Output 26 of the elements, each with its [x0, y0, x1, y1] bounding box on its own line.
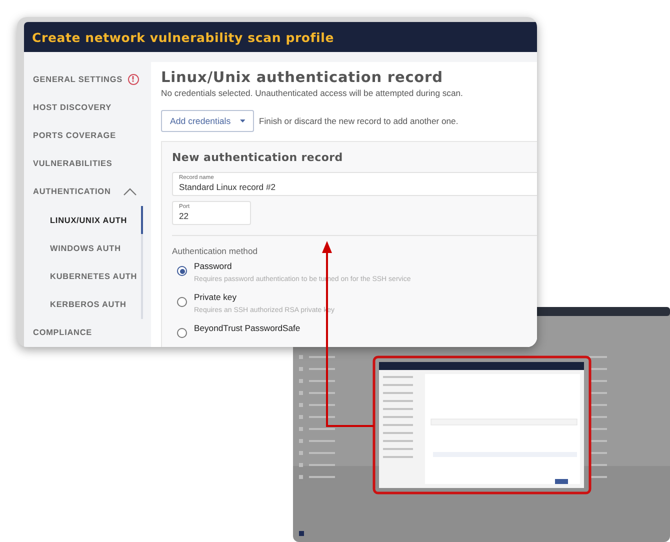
sidebar-item[interactable]: PORTS COVERAGE	[24, 121, 143, 150]
section-heading: Linux/Unix authentication record	[161, 70, 444, 86]
method-name: Password	[194, 260, 233, 273]
add-credentials-button[interactable]: Add credentials	[161, 110, 254, 132]
add-hint: Finish or discard the new record to add another one.	[259, 116, 458, 126]
sidebar-item[interactable]: LINUX/UNIX AUTH	[24, 206, 143, 234]
method-name: Private key	[194, 291, 238, 304]
warning-icon	[128, 74, 138, 85]
method-name: BeyondTrust PasswordSafe	[194, 322, 300, 335]
radio-button[interactable]	[177, 297, 187, 307]
sidebar-item[interactable]: KUBERNETES AUTH	[24, 262, 143, 291]
sidebar-item[interactable]: VULNERABILITIES	[24, 150, 143, 178]
sidebar-item[interactable]: HOST DISCOVERY	[24, 93, 143, 122]
dialog-title: Create network vulnerability scan profile	[24, 22, 537, 52]
sidebar-item[interactable]: COMPLIANCE	[24, 318, 143, 347]
radio-button[interactable]	[177, 266, 187, 276]
caret-icon	[240, 118, 245, 124]
chevron-up-icon	[123, 188, 137, 196]
sidebar-item[interactable]: GENERAL SETTINGS	[24, 65, 143, 94]
sidebar-item[interactable]: KERBEROS AUTH	[24, 290, 143, 319]
radio-button[interactable]	[177, 328, 187, 338]
sidebar-item[interactable]: WINDOWS AUTH	[24, 234, 143, 262]
section-subtitle: No credentials selected. Unauthenticated access will be attempted during scan.	[161, 88, 464, 98]
record-heading: New authentication record	[172, 151, 344, 164]
method-label: Authentication method	[172, 246, 259, 256]
sidebar-item[interactable]: AUTHENTICATION	[24, 178, 143, 206]
